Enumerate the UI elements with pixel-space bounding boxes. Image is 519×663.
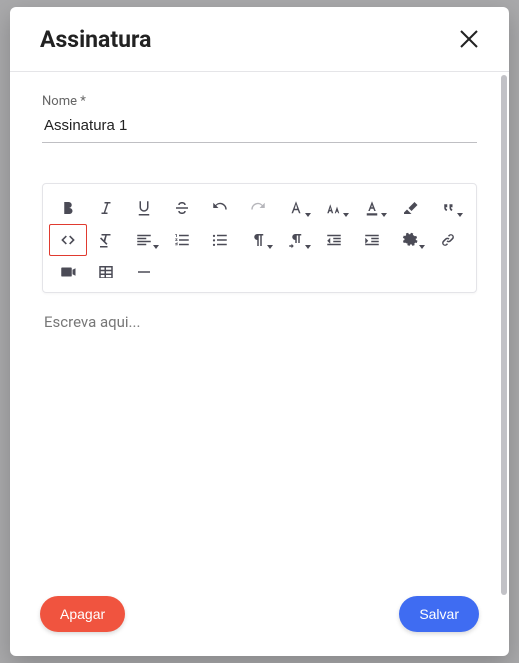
bold-icon <box>59 199 77 217</box>
ordered-list-button[interactable] <box>163 224 201 256</box>
modal-body: Nome * <box>10 72 509 578</box>
text-color-icon <box>363 199 381 217</box>
font-size-button[interactable] <box>315 192 353 224</box>
hr-button[interactable] <box>125 256 163 288</box>
quote-icon <box>439 199 457 217</box>
underline-icon <box>135 199 153 217</box>
gear-icon <box>401 231 419 249</box>
strike-icon <box>173 199 191 217</box>
unordered-list-icon <box>211 231 229 249</box>
paragraph-dir-icon <box>287 231 305 249</box>
delete-button[interactable]: Apagar <box>40 596 125 632</box>
clear-format-button[interactable] <box>87 224 125 256</box>
save-button[interactable]: Salvar <box>399 596 479 632</box>
indent-button[interactable] <box>353 224 391 256</box>
undo-icon <box>211 199 229 217</box>
quote-button[interactable] <box>429 192 467 224</box>
paragraph-button[interactable] <box>239 224 277 256</box>
signature-modal: Assinatura Nome * <box>10 7 509 656</box>
paragraph-icon <box>249 231 267 249</box>
modal-footer: Apagar Salvar <box>10 578 509 656</box>
editor-toolbar <box>42 183 477 293</box>
editor-content[interactable] <box>42 311 477 571</box>
video-icon <box>59 263 77 281</box>
toolbar-row-3 <box>49 256 470 288</box>
code-icon <box>59 231 77 249</box>
link-icon <box>439 231 457 249</box>
align-button[interactable] <box>125 224 163 256</box>
redo-icon <box>249 199 267 217</box>
font-family-icon <box>287 199 305 217</box>
align-icon <box>135 231 153 249</box>
modal-header: Assinatura <box>10 7 509 72</box>
video-button[interactable] <box>49 256 87 288</box>
font-size-icon <box>325 199 343 217</box>
underline-button[interactable] <box>125 192 163 224</box>
toolbar-row-1 <box>49 192 470 224</box>
outdent-icon <box>325 231 343 249</box>
toolbar-row-2 <box>49 224 470 256</box>
italic-icon <box>97 199 115 217</box>
name-label: Nome * <box>42 94 477 109</box>
highlight-button[interactable] <box>391 192 429 224</box>
modal-backdrop: Assinatura Nome * <box>0 0 519 663</box>
strike-button[interactable] <box>163 192 201 224</box>
outdent-button[interactable] <box>315 224 353 256</box>
scrollbar-thumb[interactable] <box>501 75 507 595</box>
unordered-list-button[interactable] <box>201 224 239 256</box>
hr-icon <box>135 263 153 281</box>
indent-icon <box>363 231 381 249</box>
redo-button[interactable] <box>239 192 277 224</box>
ordered-list-icon <box>173 231 191 249</box>
undo-button[interactable] <box>201 192 239 224</box>
link-button[interactable] <box>429 224 467 256</box>
close-icon <box>457 27 481 51</box>
more-options-button[interactable] <box>391 224 429 256</box>
highlight-icon <box>401 199 419 217</box>
paragraph-dir-button[interactable] <box>277 224 315 256</box>
modal-title: Assinatura <box>40 26 151 53</box>
font-family-button[interactable] <box>277 192 315 224</box>
table-button[interactable] <box>87 256 125 288</box>
clear-format-icon <box>97 231 115 249</box>
text-color-button[interactable] <box>353 192 391 224</box>
italic-button[interactable] <box>87 192 125 224</box>
name-input[interactable] <box>42 113 477 143</box>
close-button[interactable] <box>455 25 483 53</box>
bold-button[interactable] <box>49 192 87 224</box>
code-button[interactable] <box>49 224 87 256</box>
table-icon <box>97 263 115 281</box>
